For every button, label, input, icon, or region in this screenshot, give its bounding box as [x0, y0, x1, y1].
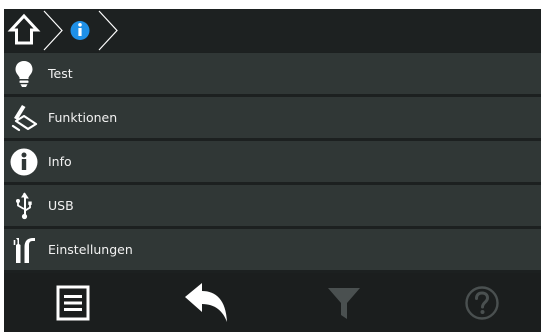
info-icon	[8, 146, 40, 178]
back-arrow-icon	[185, 282, 227, 322]
menu-item-label: Funktionen	[48, 110, 118, 125]
menu-item-label: Einstellungen	[48, 242, 133, 257]
breadcrumb-home[interactable]	[4, 9, 44, 52]
device-screen: Test Funktionen Info USB Einstellungen	[4, 9, 541, 332]
lightbulb-icon	[8, 58, 40, 90]
filter-button[interactable]	[299, 273, 389, 332]
bottom-toolbar	[4, 273, 541, 332]
menu-button[interactable]	[28, 273, 118, 332]
menu-item-label: Test	[48, 66, 73, 81]
filter-icon	[328, 287, 360, 319]
menu-item-label: Info	[48, 154, 72, 169]
menu-item-funktionen[interactable]: Funktionen	[4, 97, 541, 138]
help-icon	[465, 285, 499, 320]
menu-item-label: USB	[48, 198, 74, 213]
breadcrumb-separator	[43, 10, 63, 51]
breadcrumb	[4, 9, 541, 52]
tools-icon	[8, 234, 40, 266]
menu-item-test[interactable]: Test	[4, 53, 541, 94]
menu-item-einstellungen[interactable]: Einstellungen	[4, 229, 541, 270]
help-button[interactable]	[437, 273, 527, 332]
menu-item-info[interactable]: Info	[4, 141, 541, 182]
functions-icon	[8, 102, 40, 134]
breadcrumb-separator	[98, 10, 118, 51]
breadcrumb-info[interactable]	[70, 21, 90, 40]
menu-list-icon	[56, 285, 90, 320]
back-button[interactable]	[162, 273, 252, 332]
usb-icon	[8, 190, 40, 222]
menu-item-usb[interactable]: USB	[4, 185, 541, 226]
